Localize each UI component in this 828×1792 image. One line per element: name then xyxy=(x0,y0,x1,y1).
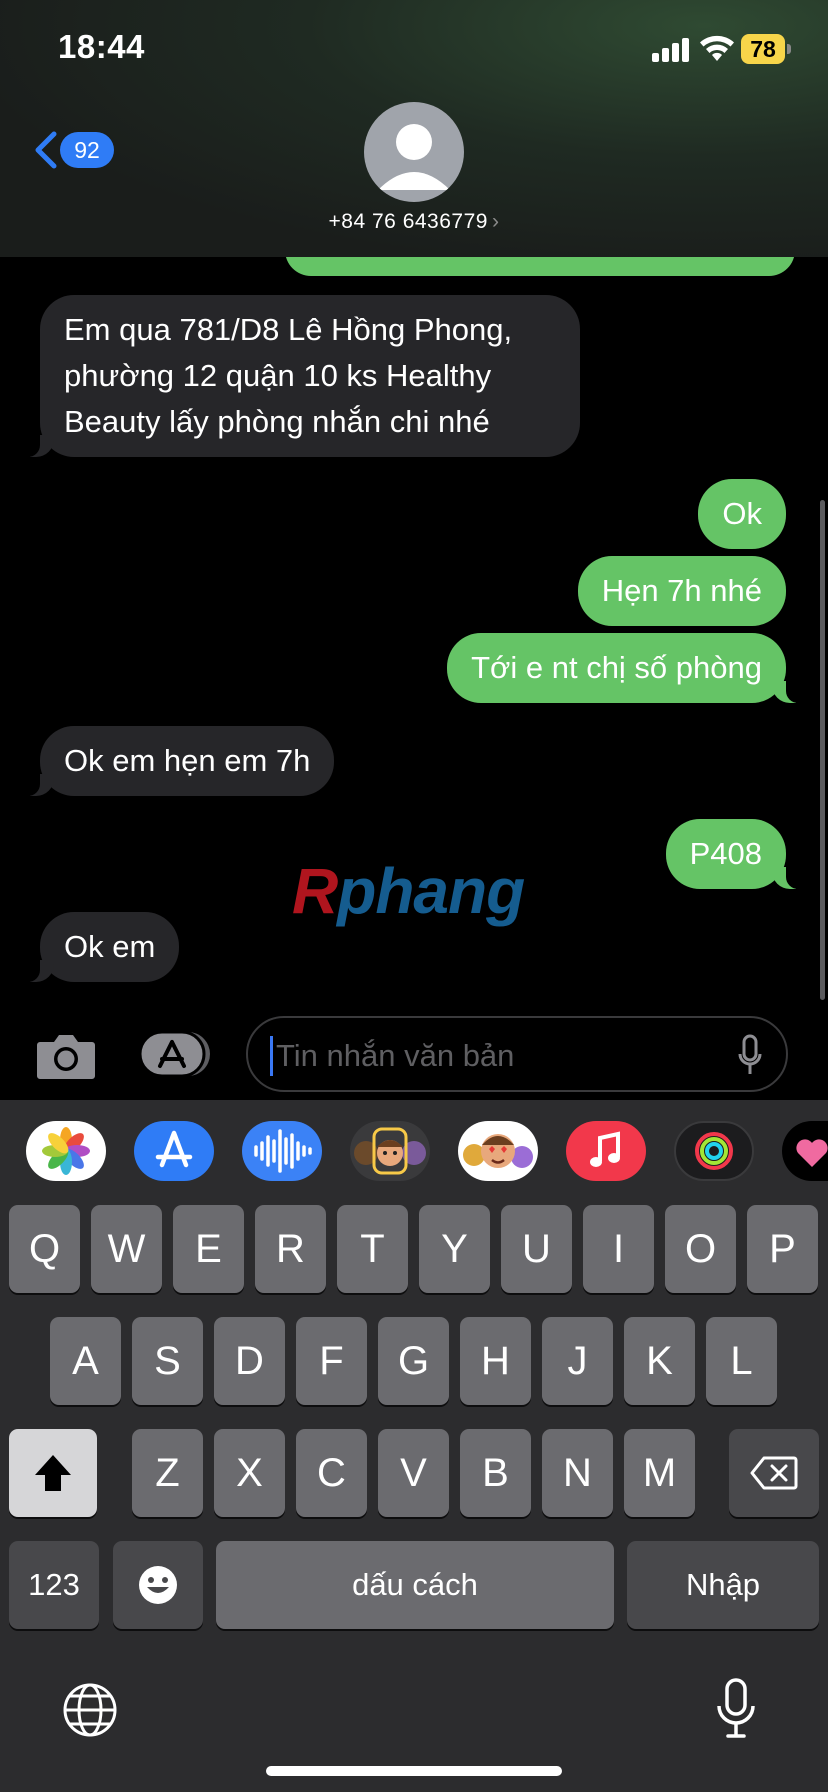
fitness-activity-app-icon[interactable] xyxy=(674,1121,754,1181)
return-key[interactable]: Nhập xyxy=(627,1541,819,1629)
key-b[interactable]: B xyxy=(460,1429,531,1517)
emoji-key[interactable] xyxy=(113,1541,203,1629)
key-d[interactable]: D xyxy=(214,1317,285,1405)
message-text: Ok em xyxy=(64,929,156,964)
key-v[interactable]: V xyxy=(378,1429,449,1517)
message-text: Ok em hẹn em 7h xyxy=(64,743,311,778)
key-f[interactable]: F xyxy=(296,1317,367,1405)
conversation-header: 18:44 78 92 +84 76 6436779 › xyxy=(0,0,828,257)
message-text: Em qua 781/D8 Lê Hồng Phong, phường 12 q… xyxy=(64,312,513,439)
globe-icon[interactable] xyxy=(62,1682,118,1738)
message-input-placeholder: Tin nhắn văn bản xyxy=(276,1038,515,1073)
battery-icon: 78 xyxy=(741,34,791,64)
key-a[interactable]: A xyxy=(50,1317,121,1405)
message-bubble-incoming[interactable]: Em qua 781/D8 Lê Hồng Phong, phường 12 q… xyxy=(18,295,580,457)
message-text: Hẹn 7h nhé xyxy=(601,573,762,608)
chevron-right-icon: › xyxy=(491,210,500,233)
key-u[interactable]: U xyxy=(501,1205,572,1293)
watermark-part-2: phang xyxy=(337,855,525,927)
shift-key[interactable] xyxy=(9,1429,97,1517)
unread-count-badge: 92 xyxy=(60,132,114,168)
message-bubble-incoming[interactable]: Ok em xyxy=(17,912,180,982)
message-bubble-outgoing[interactable]: Hẹn 7h nhé xyxy=(577,556,786,626)
home-indicator[interactable] xyxy=(266,1766,562,1776)
message-text: Ok xyxy=(722,496,762,531)
camera-icon[interactable] xyxy=(36,1030,96,1080)
photos-app-icon[interactable] xyxy=(26,1121,106,1181)
contact-name: +84 76 6436779 xyxy=(328,210,488,233)
key-o[interactable]: O xyxy=(665,1205,736,1293)
person-icon xyxy=(378,124,450,190)
key-k[interactable]: K xyxy=(624,1317,695,1405)
status-time: 18:44 xyxy=(58,28,145,65)
key-j[interactable]: J xyxy=(542,1317,613,1405)
message-text: Tới e nt chị số phòng xyxy=(471,650,762,685)
app-store-icon xyxy=(138,1030,210,1078)
key-g[interactable]: G xyxy=(378,1317,449,1405)
key-m[interactable]: M xyxy=(624,1429,695,1517)
battery-level: 78 xyxy=(741,34,785,64)
dictation-mic-icon[interactable] xyxy=(738,1034,762,1076)
key-c[interactable]: C xyxy=(296,1429,367,1517)
audio-message-app-icon[interactable] xyxy=(242,1121,322,1181)
message-text: P408 xyxy=(689,836,762,871)
space-key[interactable]: dấu cách xyxy=(216,1541,614,1629)
key-x[interactable]: X xyxy=(214,1429,285,1517)
key-l[interactable]: L xyxy=(706,1317,777,1405)
key-y[interactable]: Y xyxy=(419,1205,490,1293)
key-z[interactable]: Z xyxy=(132,1429,203,1517)
shift-arrow-icon xyxy=(35,1455,71,1491)
cellular-signal-icon xyxy=(652,38,692,62)
key-h[interactable]: H xyxy=(460,1317,531,1405)
message-bubble-incoming[interactable]: Ok em hẹn em 7h xyxy=(17,726,335,796)
key-e[interactable]: E xyxy=(173,1205,244,1293)
message-bubble-outgoing[interactable]: Ok xyxy=(698,479,786,549)
backspace-icon xyxy=(750,1456,798,1490)
dictation-mic-icon[interactable] xyxy=(716,1678,756,1740)
contact-avatar[interactable] xyxy=(364,102,464,202)
key-t[interactable]: T xyxy=(337,1205,408,1293)
key-n[interactable]: N xyxy=(542,1429,613,1517)
key-w[interactable]: W xyxy=(91,1205,162,1293)
key-i[interactable]: I xyxy=(583,1205,654,1293)
chevron-left-icon xyxy=(35,131,57,169)
watermark-logo: Rphang xyxy=(292,856,552,926)
app-store-button[interactable] xyxy=(138,1030,214,1078)
memoji-app-icon[interactable] xyxy=(350,1121,430,1181)
delete-key[interactable] xyxy=(729,1429,819,1517)
watermark-part-1: R xyxy=(292,855,338,927)
message-input[interactable]: Tin nhắn văn bản xyxy=(246,1016,788,1092)
music-app-icon[interactable] xyxy=(566,1121,646,1181)
message-bubble-outgoing[interactable]: P408 xyxy=(665,819,809,889)
numbers-key[interactable]: 123 xyxy=(9,1541,99,1629)
wifi-icon xyxy=(700,35,734,61)
key-r[interactable]: R xyxy=(255,1205,326,1293)
message-bubble-outgoing[interactable]: Tới e nt chị số phòng xyxy=(447,633,808,703)
emoji-face-icon xyxy=(139,1566,177,1604)
key-q[interactable]: Q xyxy=(9,1205,80,1293)
contact-name-button[interactable]: +84 76 6436779 › xyxy=(0,210,828,234)
animoji-sticker-app-icon[interactable] xyxy=(458,1121,538,1181)
key-p[interactable]: P xyxy=(747,1205,818,1293)
key-s[interactable]: S xyxy=(132,1317,203,1405)
text-cursor xyxy=(270,1036,273,1076)
app-store-app-icon[interactable] xyxy=(134,1121,214,1181)
back-button[interactable]: 92 xyxy=(30,128,120,172)
scrollbar[interactable] xyxy=(820,500,825,1000)
